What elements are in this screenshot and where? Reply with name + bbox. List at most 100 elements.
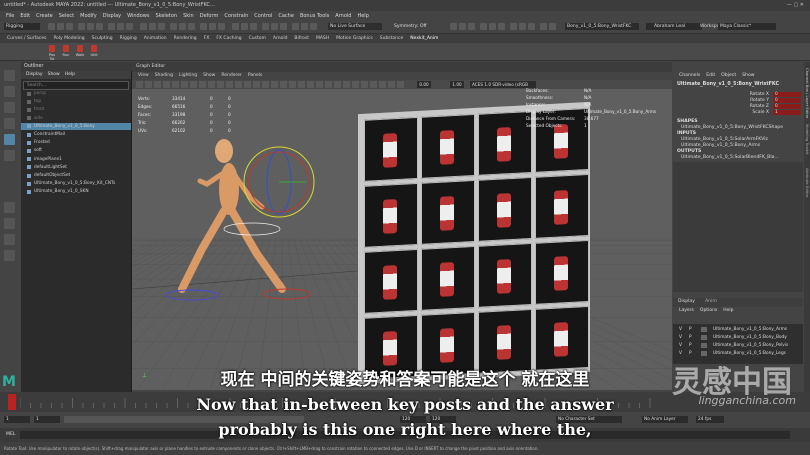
channel-attr-value[interactable]: 0: [773, 98, 801, 103]
exposure-field[interactable]: 0.00: [417, 81, 431, 88]
outliner-menu-item[interactable]: Show: [48, 72, 60, 77]
status-tool-icon[interactable]: [149, 23, 156, 30]
menu-display[interactable]: Display: [103, 11, 121, 21]
viewport-menu-item[interactable]: Lighting: [179, 73, 197, 78]
status-tool-icon[interactable]: [78, 23, 85, 30]
shelf-tab[interactable]: Poly Modeling: [54, 34, 85, 43]
menu-file[interactable]: File: [6, 11, 14, 21]
viewport-toolbar-icon[interactable]: [307, 81, 314, 88]
status-tool-icon[interactable]: [271, 23, 278, 30]
outliner-item[interactable]: defaultLightSet: [21, 164, 131, 171]
tab-attribute-editor[interactable]: Attribute Editor: [804, 168, 810, 197]
shelf-tab[interactable]: Custom: [249, 34, 266, 43]
live-surface-field[interactable]: No Live Surface: [328, 23, 382, 30]
tab-display[interactable]: Display: [678, 299, 695, 304]
status-tool-icon[interactable]: [498, 23, 505, 30]
channel-attr-name[interactable]: Rotate Y: [733, 98, 769, 103]
viewport-toolbar-icon[interactable]: [397, 81, 404, 88]
shelf-tab[interactable]: MASH: [316, 34, 329, 43]
shape-item[interactable]: Ultimate_Bony_v1_0_5:Bony_WristFKCShape: [681, 125, 783, 130]
scale-tool-icon[interactable]: [4, 150, 15, 161]
status-tool-icon[interactable]: [262, 23, 269, 30]
outliner-search[interactable]: Search...: [23, 81, 129, 90]
layer-visibility-toggle[interactable]: V: [679, 342, 682, 349]
viewport-toolbar-icon[interactable]: [145, 81, 152, 88]
channel-menu-item[interactable]: Edit: [706, 73, 715, 78]
menu-skeleton[interactable]: Skeleton: [155, 11, 177, 21]
status-tool-icon[interactable]: [489, 23, 496, 30]
menu-windows[interactable]: Windows: [127, 11, 149, 21]
shelf-tab[interactable]: Arnold: [273, 34, 288, 43]
layer-row[interactable]: V P Ultimate_Bony_v1_0_5:Bony_Legs: [673, 350, 803, 357]
layer-menu-item[interactable]: Options: [700, 308, 717, 313]
layer-menu-item[interactable]: Help: [723, 308, 733, 313]
menu-set-dropdown[interactable]: Rigging: [4, 23, 40, 30]
channel-menu-item[interactable]: Channels: [679, 73, 700, 78]
outliner-item[interactable]: front: [21, 106, 131, 113]
viewport-toolbar-icon[interactable]: [352, 81, 359, 88]
user-account[interactable]: Abraham Leal: [646, 23, 702, 30]
menu-skin[interactable]: Skin: [183, 11, 194, 21]
shelf-tab[interactable]: Animation: [144, 34, 167, 43]
viewport-menu-item[interactable]: Renderer: [221, 73, 242, 78]
viewport-toolbar-icon[interactable]: [217, 81, 224, 88]
status-tool-icon[interactable]: [301, 23, 308, 30]
shelf-tab[interactable]: Rendering: [174, 34, 197, 43]
selected-object-field[interactable]: Bony_v1_0_5:Bony_WristFKC: [565, 23, 639, 30]
status-tool-icon[interactable]: [96, 23, 103, 30]
outliner-item[interactable]: Frosted: [21, 139, 131, 146]
outliner-item[interactable]: Ultimate_Bony_v1_0_5:Bony_Kit_CNTs: [21, 180, 131, 187]
window-controls[interactable]: — ▢ ✕: [787, 2, 804, 8]
status-tool-icon[interactable]: [519, 23, 526, 30]
status-tool-icon[interactable]: [292, 23, 299, 30]
status-tool-icon[interactable]: [126, 23, 133, 30]
status-tool-icon[interactable]: [158, 23, 165, 30]
viewport-menu-item[interactable]: View: [138, 73, 149, 78]
layout-four-icon[interactable]: [4, 218, 15, 229]
outliner-item[interactable]: imagePlane1: [21, 156, 131, 163]
shelf-tab[interactable]: Sculpting: [92, 34, 113, 43]
status-tool-icon[interactable]: [209, 23, 216, 30]
status-tool-icon[interactable]: [66, 23, 73, 30]
viewport-toolbar-icon[interactable]: [280, 81, 287, 88]
menu-help[interactable]: Help: [357, 11, 368, 21]
shelf-button[interactable]: Pos Tol: [46, 44, 58, 61]
layer-row[interactable]: V P Ultimate_Bony_v1_0_5:Bony_Pelvis: [673, 342, 803, 349]
status-tool-icon[interactable]: [510, 23, 517, 30]
status-tool-icon[interactable]: [108, 23, 115, 30]
layer-playback-toggle[interactable]: P: [689, 326, 692, 333]
layer-color-swatch[interactable]: [701, 343, 707, 348]
status-tool-icon[interactable]: [48, 23, 55, 30]
outliner-item[interactable]: soft: [21, 147, 131, 154]
viewport-toolbar-icon[interactable]: [343, 81, 350, 88]
viewport-toolbar-icon[interactable]: [388, 81, 395, 88]
viewport-toolbar-icon[interactable]: [316, 81, 323, 88]
viewport-toolbar-icon[interactable]: [172, 81, 179, 88]
workspace-dropdown[interactable]: Maya Classic*: [718, 23, 776, 30]
layer-menu-item[interactable]: Layers: [679, 308, 694, 313]
status-tool-icon[interactable]: [241, 23, 248, 30]
outliner-item[interactable]: ConstraintMail: [21, 131, 131, 138]
outliner-menu-item[interactable]: Help: [65, 72, 75, 77]
channel-attr-name[interactable]: Scale X: [733, 110, 769, 115]
channel-attr-name[interactable]: Rotate Z: [733, 104, 769, 109]
status-tool-icon[interactable]: [540, 23, 547, 30]
viewport-toolbar-icon[interactable]: [163, 81, 170, 88]
layout-stack-icon[interactable]: [4, 250, 15, 261]
channel-attr-name[interactable]: Rotate X: [733, 92, 769, 97]
viewport-toolbar-icon[interactable]: [226, 81, 233, 88]
menu-edit[interactable]: Edit: [20, 11, 30, 21]
status-tool-icon[interactable]: [232, 23, 239, 30]
viewport-toolbar-icon[interactable]: [289, 81, 296, 88]
image-plane[interactable]: [358, 101, 590, 385]
viewport-toolbar-icon[interactable]: [379, 81, 386, 88]
viewport-toolbar-icon[interactable]: [370, 81, 377, 88]
input-item[interactable]: Ultimate_Bony_v1_0_5:SolarArmFKViz: [681, 137, 768, 142]
viewport-toolbar-icon[interactable]: [154, 81, 161, 88]
status-tool-icon[interactable]: [117, 23, 124, 30]
outliner-menu-item[interactable]: Display: [26, 72, 43, 77]
shelf-button[interactable]: Run: [60, 44, 72, 59]
shelf-tab[interactable]: Rigging: [120, 34, 137, 43]
status-tool-icon[interactable]: [188, 23, 195, 30]
menu-arnold[interactable]: Arnold: [335, 11, 351, 21]
